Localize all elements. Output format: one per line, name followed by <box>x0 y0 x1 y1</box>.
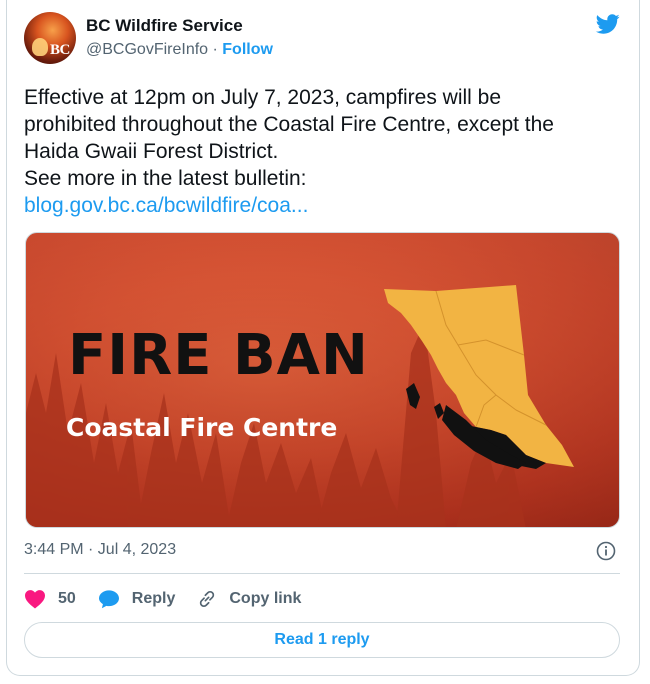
tweet-timestamp[interactable]: 3:44 PM · Jul 4, 2023 <box>24 541 176 559</box>
tweet-line: Effective at 12pm on July 7, 2023, campf… <box>24 86 502 109</box>
tweet-text: Effective at 12pm on July 7, 2023, campf… <box>24 84 624 219</box>
avatar-text: BC <box>50 42 70 58</box>
author-name[interactable]: BC Wildfire Service <box>86 16 243 36</box>
flame-icon <box>32 38 48 56</box>
tweet-line: prohibited throughout the Coastal Fire C… <box>24 113 554 136</box>
handle-separator: · <box>208 41 223 58</box>
author-avatar[interactable]: BC <box>24 12 76 64</box>
twitter-bird-icon[interactable] <box>594 12 622 36</box>
link-icon <box>200 590 215 608</box>
tweet-media-image[interactable]: FIRE BAN Coastal Fire Centre <box>25 232 620 528</box>
media-headline: FIRE BAN <box>68 323 369 388</box>
tweet-line: See more in the latest bulletin: <box>24 167 307 190</box>
like-button[interactable]: 50 <box>24 589 76 609</box>
divider <box>24 573 620 574</box>
tweet-line: Haida Gwaii Forest District. <box>24 140 279 163</box>
reply-button[interactable]: Reply <box>98 589 176 609</box>
author-handle-line: @BCGovFireInfo · Follow <box>86 41 273 59</box>
follow-button[interactable]: Follow <box>222 41 273 58</box>
speech-bubble-icon <box>98 590 119 609</box>
bulletin-link[interactable]: blog.gov.bc.ca/bcwildfire/coa... <box>24 194 308 217</box>
media-subheadline: Coastal Fire Centre <box>66 413 338 442</box>
heart-icon <box>25 590 45 609</box>
tweet-actions: 50 Reply Copy link <box>24 588 323 610</box>
copy-link-label: Copy link <box>229 590 302 607</box>
copy-link-button[interactable]: Copy link <box>197 589 301 609</box>
info-icon[interactable] <box>596 541 616 561</box>
read-replies-button[interactable]: Read 1 reply <box>24 622 620 658</box>
reply-label: Reply <box>131 590 176 607</box>
like-count: 50 <box>58 590 76 607</box>
author-handle[interactable]: @BCGovFireInfo <box>86 41 208 58</box>
